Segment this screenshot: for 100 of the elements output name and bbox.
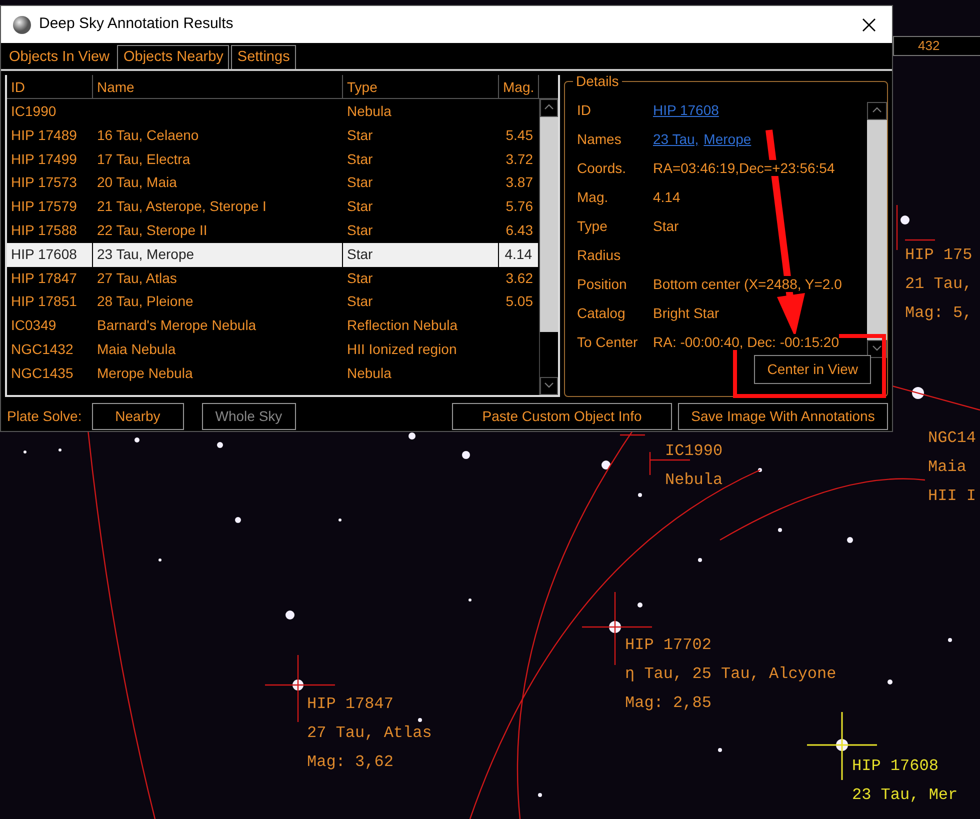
action-button[interactable]: Paste Custom Object Info (452, 402, 672, 430)
field-value: Bright Star (653, 305, 720, 321)
action-button[interactable]: Save Image With Annotations (678, 402, 888, 430)
column-header[interactable]: ID (7, 75, 93, 98)
scroll-down-button[interactable] (540, 377, 558, 395)
table-row[interactable]: IC1990 Nebula (7, 100, 539, 124)
chevron-up-icon[interactable] (544, 104, 554, 110)
table-cell: HIP 17588 (11, 222, 77, 238)
table-cell: HIP 17851 (11, 293, 77, 310)
table-cell: Star (347, 150, 373, 167)
field-value: RA=03:46:19,Dec=+23:56:54 (653, 160, 835, 176)
chevron-down-icon[interactable] (872, 345, 882, 352)
annotation-label: IC1990 (665, 441, 723, 462)
annotation-label: HIP 17847 (307, 694, 394, 715)
table-cell: 21 Tau, Asterope, Sterope I (97, 198, 266, 214)
table-cell: Star (347, 126, 373, 143)
table-cell: HIP 17608 (11, 246, 77, 262)
table-cell: HII Ionized region (347, 340, 457, 357)
link[interactable]: 23 Tau, (653, 131, 699, 147)
table-row[interactable]: HIP 17573 20 Tau, Maia Star 3.87 (7, 171, 539, 196)
table-cell: 27 Tau, Atlas (97, 270, 177, 286)
table-cell: HIP 17489 (11, 126, 77, 143)
link[interactable]: Merope (704, 131, 752, 147)
table-cell: 20 Tau, Maia (97, 174, 177, 190)
table-cell: Reflection Nebula (347, 317, 458, 334)
field-label: To Center (577, 333, 639, 352)
plate-solve-button[interactable]: Nearby (92, 402, 184, 430)
table-row[interactable]: IC0349 Barnard's Merope Nebula Reflection Nebula (7, 314, 539, 338)
table-row[interactable]: HIP 17608 23 Tau, Merope Star 4.14 (7, 242, 539, 267)
table-cell: 28 Tau, Pleione (97, 293, 194, 310)
table-cell: Nebula (347, 364, 392, 381)
annotation-label: η Tau, 25 Tau, Alcyone (625, 664, 836, 685)
table-cell: 17 Tau, Electra (97, 150, 190, 167)
field-value: Star (653, 218, 679, 234)
center-in-view-button[interactable]: Center in View (754, 355, 871, 384)
tab[interactable]: Objects Nearby (117, 45, 230, 69)
scroll-up-button[interactable] (867, 102, 887, 120)
column-header[interactable]: Type (343, 75, 499, 98)
table-cell: 16 Tau, Celaeno (97, 126, 199, 143)
table-cell: NGC1435 (11, 364, 74, 381)
table-cell: Merope Nebula (97, 364, 193, 381)
table-cell: Star (347, 270, 373, 286)
chevron-up-icon[interactable] (872, 107, 882, 114)
window-title: Deep Sky Annotation Results (39, 14, 234, 34)
field-label: Mag. (577, 188, 610, 207)
table-row[interactable]: NGC1432 Maia Nebula HII Ionized region (7, 338, 539, 362)
annotation-label: 21 Tau, (905, 274, 972, 295)
field-value: 4.14 (653, 189, 680, 205)
table-cell: Star (347, 246, 373, 262)
annotation-label: HIP 17608 (852, 756, 940, 777)
tab[interactable]: Settings (231, 45, 296, 69)
table-row[interactable]: HIP 17847 27 Tau, Atlas Star 3.62 (7, 266, 539, 290)
link[interactable]: HIP 17608 (653, 102, 719, 118)
scrollbar[interactable] (867, 102, 887, 358)
column-header[interactable]: Name (93, 75, 343, 98)
table-cell: 5.45 (506, 126, 533, 143)
table-cell: Star (347, 174, 373, 190)
annotation-label: 23 Tau, Mer (852, 785, 958, 806)
table-cell: NGC1432 (11, 340, 74, 357)
number-field[interactable]: 432 (893, 36, 980, 56)
field-value: RA: -00:00:40, Dec: -00:15:20 (653, 334, 839, 350)
table-cell: 3.87 (506, 174, 533, 190)
table-cell: HIP 17847 (11, 270, 77, 286)
column-header[interactable]: Mag. (499, 75, 539, 98)
annotation-label: Mag: 3,62 (307, 752, 394, 773)
table-cell: 4.14 (504, 246, 532, 262)
table-row[interactable]: HIP 17489 16 Tau, Celaeno Star 5.45 (7, 124, 539, 148)
field-label: Type (577, 217, 608, 236)
field-value: Bottom center (X=2488, Y=2.0 (653, 276, 842, 292)
annotation-label: Mag: 2,85 (625, 693, 712, 714)
table-cell: 5.76 (506, 198, 533, 214)
table-cell: Nebula (347, 103, 392, 119)
table-cell: Star (347, 198, 373, 214)
table-cell: 6.43 (506, 222, 533, 238)
table-cell: Star (347, 293, 373, 310)
scrollbar[interactable] (539, 99, 558, 395)
annotation-label: HIP 175 (905, 245, 972, 266)
scroll-up-button[interactable] (540, 99, 558, 117)
table-cell: 5.05 (506, 293, 533, 310)
close-icon[interactable] (862, 18, 876, 32)
table-row[interactable]: HIP 17851 28 Tau, Pleione Star 5.05 (7, 290, 539, 314)
annotation-label: Maia (928, 457, 968, 478)
table-row[interactable]: NGC1435 Merope Nebula Nebula (7, 362, 539, 386)
plate-solve-label: Plate Solve: (7, 406, 82, 426)
annotation-label: HII I (928, 486, 976, 507)
table-cell: 23 Tau, Merope (97, 246, 194, 262)
table-row[interactable]: HIP 17588 22 Tau, Sterope II Star 6.43 (7, 218, 539, 243)
table-row[interactable]: HIP 17579 21 Tau, Asterope, Sterope I Star 5.76 (7, 195, 539, 219)
table-row[interactable]: HIP 17499 17 Tau, Electra Star 3.72 (7, 148, 539, 172)
annotation-label: 27 Tau, Atlas (307, 723, 432, 744)
table-cell: IC1990 (11, 103, 56, 119)
table-cell: IC0349 (11, 317, 56, 334)
table-cell: 3.62 (506, 270, 533, 286)
annotation-label: Mag: 5, (905, 303, 972, 324)
table-cell: HIP 17579 (11, 198, 77, 214)
app-icon (13, 16, 31, 34)
table-cell: Maia Nebula (97, 340, 176, 357)
annotation-label: NGC14 (928, 428, 976, 449)
table-cell: Star (347, 222, 373, 238)
chevron-down-icon[interactable] (544, 382, 554, 388)
